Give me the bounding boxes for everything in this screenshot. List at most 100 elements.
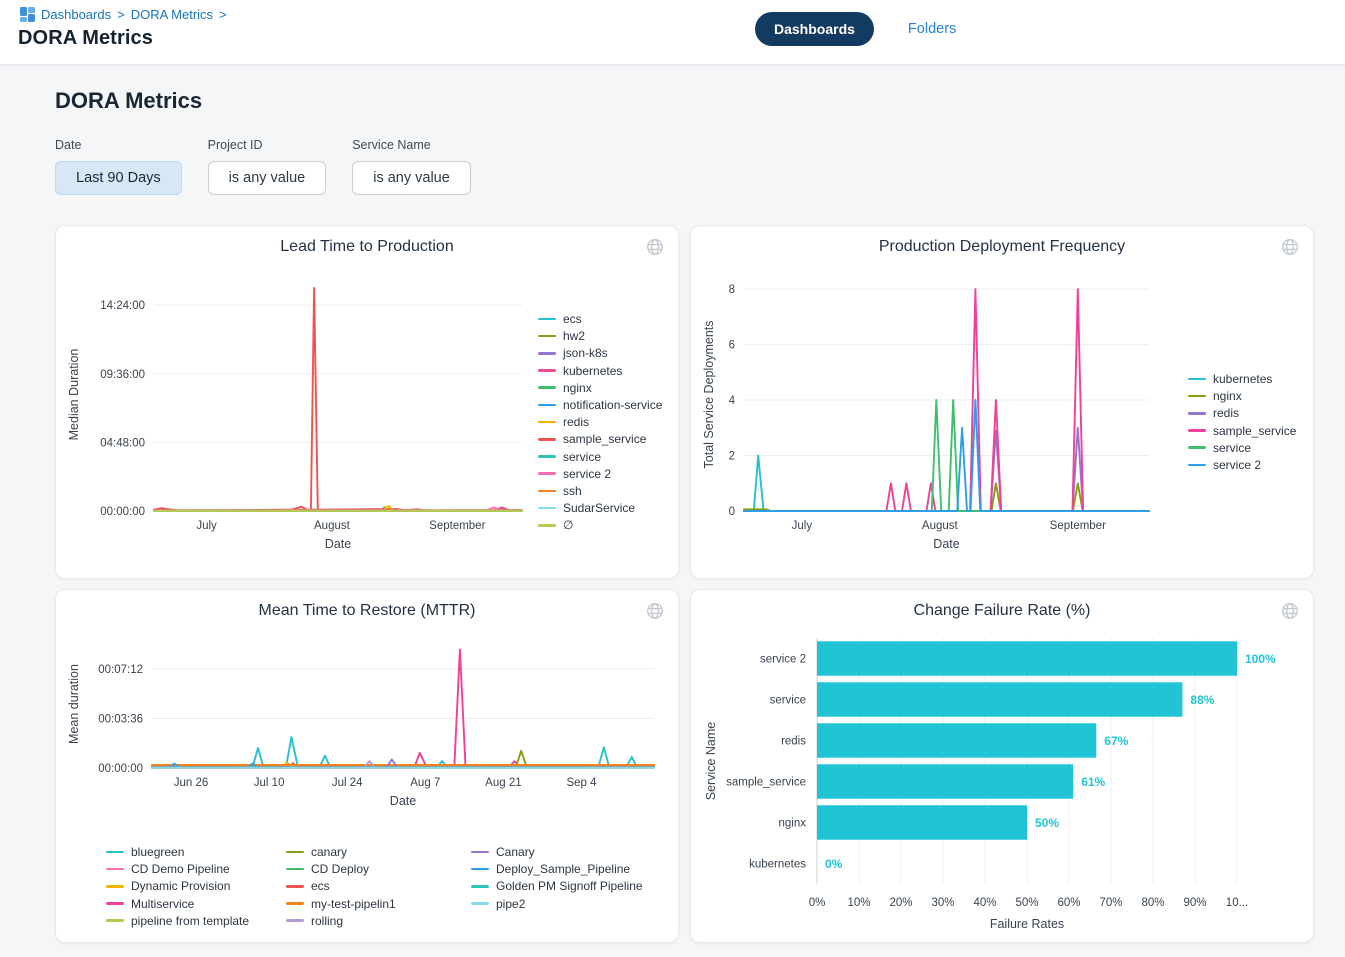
bar-service 2[interactable] xyxy=(817,641,1237,675)
globe-icon[interactable] xyxy=(645,237,665,257)
x-tick-label: Jun 26 xyxy=(174,777,209,789)
legend-swatch xyxy=(106,919,124,922)
filter-date-value-button[interactable]: Last 90 Days xyxy=(55,161,182,195)
legend-item-Canary[interactable]: Canary xyxy=(471,845,643,859)
legend-swatch xyxy=(538,421,556,424)
legend-item-kubernetes[interactable]: kubernetes xyxy=(1188,372,1296,386)
legend-swatch xyxy=(538,455,556,458)
legend-item-service 2[interactable]: service 2 xyxy=(1188,458,1296,472)
legend-item-ecs[interactable]: ecs xyxy=(286,879,396,893)
y-tick-label: 00:00:00 xyxy=(100,506,145,518)
bar-redis[interactable] xyxy=(817,723,1096,757)
x-tick-label: 10... xyxy=(1226,897,1248,909)
globe-icon[interactable] xyxy=(645,601,665,621)
legend-swatch xyxy=(1188,446,1206,449)
legend-item-ecs[interactable]: ecs xyxy=(538,312,662,326)
y-tick-label: 00:03:36 xyxy=(98,713,143,725)
legend-label: hw2 xyxy=(563,329,585,343)
tab-dashboards[interactable]: Dashboards xyxy=(755,12,874,46)
bar-nginx[interactable] xyxy=(817,805,1027,839)
x-axis-title: Date xyxy=(390,794,416,808)
legend-item-CD Demo Pipeline[interactable]: CD Demo Pipeline xyxy=(106,862,249,876)
filter-project-id: Project ID is any value xyxy=(208,138,327,195)
legend-item-sample_service[interactable]: sample_service xyxy=(538,432,662,446)
legend-item-service 2[interactable]: service 2 xyxy=(538,467,662,481)
legend-item-kubernetes[interactable]: kubernetes xyxy=(538,364,662,378)
chart-title: Lead Time to Production xyxy=(56,238,678,256)
filter-service-name-label: Service Name xyxy=(352,138,471,152)
filter-project-id-value-button[interactable]: is any value xyxy=(208,161,327,195)
legend-item-notification-service[interactable]: notification-service xyxy=(538,398,662,412)
legend-label: redis xyxy=(1213,406,1239,420)
legend-swatch xyxy=(106,868,124,871)
legend-swatch xyxy=(286,919,304,922)
legend-label: CD Demo Pipeline xyxy=(131,862,230,876)
tab-folders[interactable]: Folders xyxy=(908,21,956,37)
legend-item-∅[interactable]: ∅ xyxy=(538,518,662,532)
x-tick-label: August xyxy=(314,520,351,532)
category-label: sample_service xyxy=(726,777,806,789)
y-tick-label: 2 xyxy=(729,451,735,463)
legend-item-Dynamic Provision[interactable]: Dynamic Provision xyxy=(106,879,249,893)
legend-item-my-test-pipelin1[interactable]: my-test-pipelin1 xyxy=(286,897,396,911)
legend-item-Multiservice[interactable]: Multiservice xyxy=(106,897,249,911)
legend-item-redis[interactable]: redis xyxy=(538,415,662,429)
legend-swatch xyxy=(106,885,124,888)
legend-item-ssh[interactable]: ssh xyxy=(538,484,662,498)
legend-item-bluegreen[interactable]: bluegreen xyxy=(106,845,249,859)
y-tick-label: 00:07:12 xyxy=(98,664,143,676)
bar-sample_service[interactable] xyxy=(817,764,1073,798)
breadcrumb-dora-metrics-link[interactable]: DORA Metrics xyxy=(131,7,213,22)
legend-item-CD Deploy[interactable]: CD Deploy xyxy=(286,862,396,876)
x-axis-title: Date xyxy=(325,537,351,551)
legend-item-pipe2[interactable]: pipe2 xyxy=(471,897,643,911)
legend-item-Golden PM Signoff Pipeline[interactable]: Golden PM Signoff Pipeline xyxy=(471,879,643,893)
bar-service[interactable] xyxy=(817,682,1182,716)
legend-item-pipeline from template[interactable]: pipeline from template xyxy=(106,914,249,928)
legend-item-canary[interactable]: canary xyxy=(286,845,396,859)
y-tick-label: 6 xyxy=(729,340,735,352)
legend-label: Golden PM Signoff Pipeline xyxy=(496,879,643,893)
line-chart-canvas: 00:00:0000:03:3600:07:12Jun 26Jul 10Jul … xyxy=(64,626,670,826)
legend-item-nginx[interactable]: nginx xyxy=(1188,389,1296,403)
legend-item-Deploy_Sample_Pipeline[interactable]: Deploy_Sample_Pipeline xyxy=(471,862,643,876)
y-tick-label: 14:24:00 xyxy=(100,300,145,312)
filter-service-name-value-button[interactable]: is any value xyxy=(352,161,471,195)
legend-item-nginx[interactable]: nginx xyxy=(538,381,662,395)
legend-item-sample_service[interactable]: sample_service xyxy=(1188,424,1296,438)
legend-swatch xyxy=(538,524,556,527)
breadcrumb-dashboards-link[interactable]: Dashboards xyxy=(41,7,111,22)
legend-label: notification-service xyxy=(563,398,662,412)
globe-icon[interactable] xyxy=(1280,601,1300,621)
legend-item-SudarService[interactable]: SudarService xyxy=(538,501,662,515)
legend-swatch xyxy=(538,472,556,475)
y-axis-title: Service Name xyxy=(704,722,718,801)
y-tick-label: 4 xyxy=(729,395,736,407)
legend-swatch xyxy=(286,902,304,905)
chart-title: Production Deployment Frequency xyxy=(691,238,1313,256)
legend-item-service[interactable]: service xyxy=(538,450,662,464)
legend-item-redis[interactable]: redis xyxy=(1188,406,1296,420)
category-label: redis xyxy=(781,736,806,748)
filter-service-name: Service Name is any value xyxy=(352,138,471,195)
legend-swatch xyxy=(538,490,556,493)
y-tick-label: 09:36:00 xyxy=(100,369,145,381)
legend-item-service[interactable]: service xyxy=(1188,441,1296,455)
x-tick-label: August xyxy=(922,520,959,532)
legend-label: redis xyxy=(563,415,589,429)
legend-swatch xyxy=(106,851,124,854)
legend-item-json-k8s[interactable]: json-k8s xyxy=(538,346,662,360)
legend-label: sample_service xyxy=(563,432,646,446)
top-bar: Dashboards > DORA Metrics > DORA Metrics… xyxy=(0,0,1345,65)
legend-item-rolling[interactable]: rolling xyxy=(286,914,396,928)
legend-item-hw2[interactable]: hw2 xyxy=(538,329,662,343)
legend-swatch xyxy=(538,335,556,338)
x-tick-label: Jul 10 xyxy=(254,777,285,789)
category-label: service 2 xyxy=(760,654,806,666)
x-tick-label: 90% xyxy=(1183,897,1206,909)
page-title: DORA Metrics xyxy=(55,88,202,114)
globe-icon[interactable] xyxy=(1280,237,1300,257)
series-line xyxy=(154,288,522,510)
panel-production-deployment-frequency: Production Deployment Frequency 02468Jul… xyxy=(690,225,1314,579)
legend-label: Canary xyxy=(496,845,535,859)
